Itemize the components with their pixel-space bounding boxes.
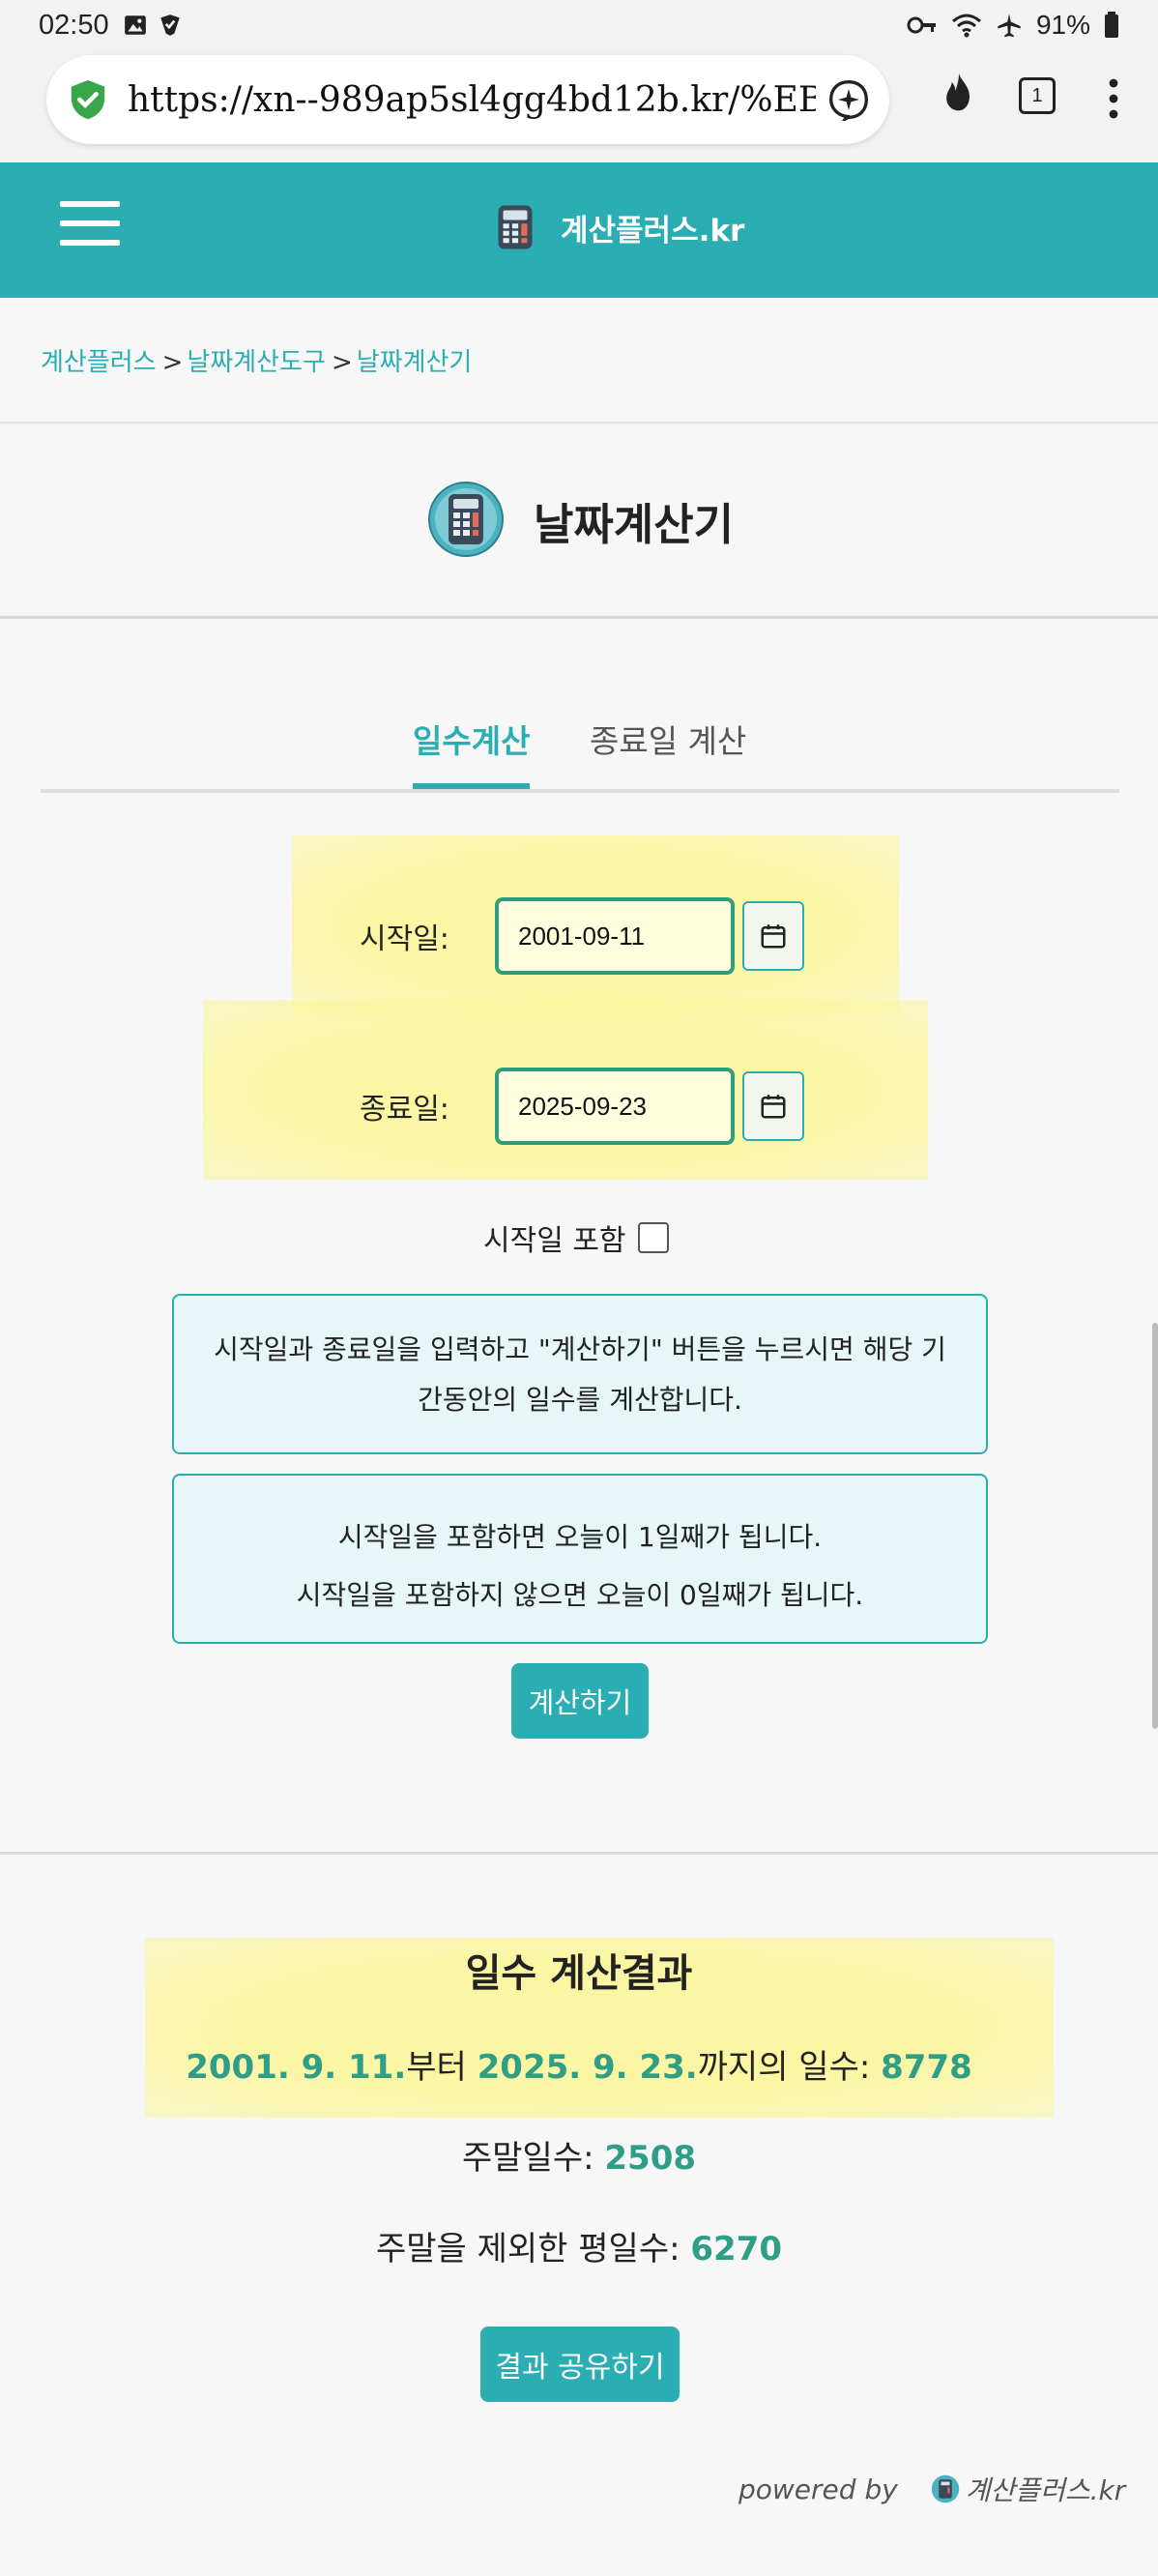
calendar-icon — [761, 924, 786, 949]
site-brand[interactable]: 계산플러스.kr — [491, 203, 744, 251]
battery-percent: 91% — [1035, 10, 1090, 40]
security-shield-icon[interactable] — [66, 77, 110, 122]
start-date-row: 시작일: 2001-09-11 — [360, 897, 804, 975]
breadcrumb-date-tools-link[interactable]: 날짜계산도구 — [187, 348, 326, 377]
end-date-label: 종료일: — [360, 1093, 449, 1127]
calendar-icon — [761, 1095, 786, 1119]
result-end-date: 2025. 9. 23. — [477, 2048, 698, 2087]
breadcrumb-date-calculator-link[interactable]: 날짜계산기 — [357, 348, 473, 377]
calculator-logo-icon — [931, 2474, 960, 2503]
share-result-button[interactable]: 결과 공유하기 — [480, 2327, 680, 2402]
start-date-input[interactable]: 2001-09-11 — [495, 897, 735, 975]
info-note-line-2: 시작일을 포함하지 않으면 오늘이 0일째가 됩니다. — [296, 1579, 864, 1611]
address-bar[interactable]: https://xn--989ap5sl4gg4bd12b.kr/%EB%8 — [46, 55, 889, 144]
info-usage-line-2: 간동안의 일수를 계산합니다. — [418, 1384, 742, 1416]
tab-day-count[interactable]: 일수계산 — [413, 716, 531, 789]
airplane-icon — [998, 14, 1021, 38]
calculator-logo-icon — [498, 205, 533, 249]
calculate-button[interactable]: 계산하기 — [511, 1663, 649, 1739]
gallery-icon — [124, 15, 146, 35]
total-days-value: 8778 — [881, 2048, 972, 2087]
browser-toolbar: https://xn--989ap5sl4gg4bd12b.kr/%EB%8 1 — [0, 50, 1158, 162]
key-icon — [907, 16, 936, 34]
start-date-label: 시작일: — [360, 922, 449, 956]
weekend-days-label: 주말일수: — [461, 2139, 605, 2178]
powered-by[interactable]: powered by 계산플러스.kr — [738, 2470, 1125, 2508]
battery-icon — [1105, 12, 1118, 38]
more-menu-icon[interactable] — [1102, 77, 1125, 120]
result-until-text: 까지의 일수: — [697, 2048, 882, 2087]
breadcrumb-home-link[interactable]: 계산플러스 — [41, 348, 157, 377]
calculator-section: 일수계산 종료일 계산 시작일: 2001-09-11 종료일: 2025-09… — [0, 619, 1158, 1855]
calc-tabs: 일수계산 종료일 계산 — [41, 716, 1119, 793]
weekday-days-value: 6270 — [690, 2230, 783, 2269]
info-box-usage: 시작일과 종료일을 입력하고 "계산하기" 버튼을 누르시면 해당 기 간동안의… — [172, 1294, 988, 1454]
end-date-input[interactable]: 2025-09-23 — [495, 1068, 735, 1145]
page-title: 날짜계산기 — [534, 499, 735, 550]
info-box-include-note: 시작일을 포함하면 오늘이 1일째가 됩니다. 시작일을 포함하지 않으면 오늘… — [172, 1474, 988, 1644]
tab-end-date[interactable]: 종료일 계산 — [590, 716, 746, 783]
wifi-icon — [951, 14, 981, 38]
info-note-line-1: 시작일을 포함하면 오늘이 1일째가 됩니다. — [337, 1521, 823, 1553]
start-calendar-button[interactable] — [742, 901, 804, 971]
powered-by-brand: 계산플러스.kr — [965, 2474, 1126, 2506]
breadcrumb-separator: > — [161, 348, 184, 377]
site-header: 계산플러스.kr — [0, 162, 1158, 298]
calculator-badge-icon — [428, 482, 504, 557]
title-card: 날짜계산기 — [0, 424, 1158, 619]
total-days-line: 2001. 9. 11.부터 2025. 9. 23.까지의 일수: 8778 — [0, 2040, 1158, 2088]
weekday-days-line: 주말을 제외한 평일수: 6270 — [0, 2222, 1158, 2269]
status-bar: 02:50 91% — [0, 0, 1158, 50]
weekend-days-line: 주말일수: 2508 — [0, 2131, 1158, 2179]
check-shield-icon — [159, 15, 180, 36]
info-usage-line-1: 시작일과 종료일을 입력하고 "계산하기" 버튼을 누르시면 해당 기 — [214, 1333, 946, 1365]
include-start-row: 시작일 포함 — [483, 1216, 669, 1259]
url-text[interactable]: https://xn--989ap5sl4gg4bd12b.kr/%EB%8 — [128, 80, 816, 120]
weekend-days-value: 2508 — [604, 2139, 697, 2178]
result-from-text: 부터 — [406, 2048, 478, 2087]
assistant-sparkle-icon[interactable] — [827, 78, 870, 121]
powered-by-text: powered by — [738, 2473, 898, 2505]
include-start-label: 시작일 포함 — [483, 1224, 626, 1258]
site-name: 계산플러스.kr — [561, 213, 745, 249]
tab-count: 1 — [1031, 84, 1043, 106]
weekday-days-label: 주말을 제외한 평일수: — [375, 2230, 691, 2269]
breadcrumb: 계산플러스 > 날짜계산도구 > 날짜계산기 — [0, 298, 1158, 424]
end-calendar-button[interactable] — [742, 1071, 804, 1141]
page-scrollbar[interactable] — [1152, 1323, 1158, 1729]
flame-icon[interactable] — [938, 72, 980, 114]
tab-count-button[interactable]: 1 — [1019, 77, 1056, 114]
result-section: 일수 계산결과 2001. 9. 11.부터 2025. 9. 23.까지의 일… — [0, 1855, 1158, 2576]
status-time: 02:50 — [39, 9, 109, 41]
result-start-date: 2001. 9. 11. — [186, 2048, 407, 2087]
include-start-checkbox[interactable] — [637, 1222, 669, 1253]
result-title: 일수 계산결과 — [465, 1951, 693, 1996]
end-date-row: 종료일: 2025-09-23 — [360, 1068, 804, 1145]
hamburger-menu-icon[interactable] — [60, 201, 120, 246]
breadcrumb-separator: > — [331, 348, 353, 377]
